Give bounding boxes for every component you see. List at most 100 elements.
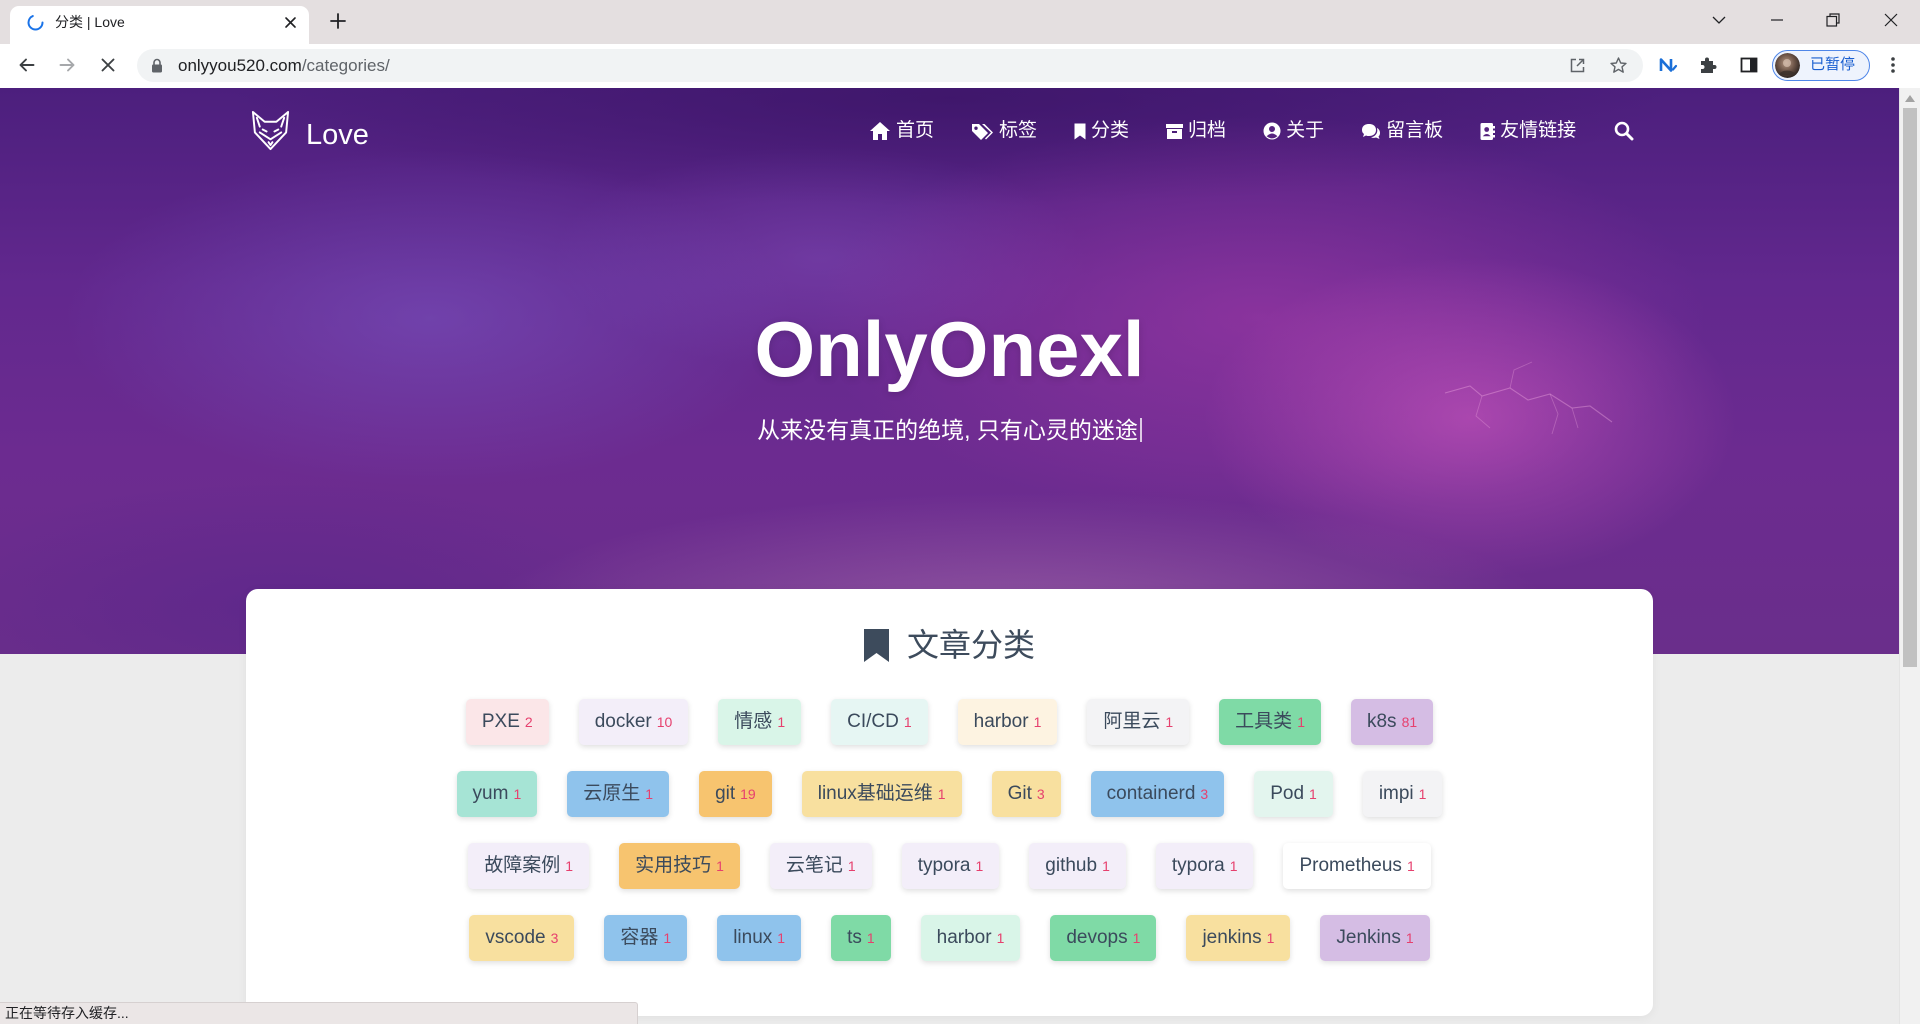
address-bar[interactable]: onlyyou520.com/categories/ [137, 49, 1643, 82]
category-tag[interactable]: Jenkins 1 [1320, 915, 1430, 961]
category-tag[interactable]: 容器 1 [604, 915, 688, 961]
category-tag-name: typora [917, 855, 971, 876]
category-tag-name: harbor [973, 711, 1029, 732]
category-tag[interactable]: linux 1 [717, 915, 802, 961]
address-book-icon [1480, 122, 1496, 140]
category-tag[interactable]: ts 1 [831, 915, 891, 961]
category-tag[interactable]: 阿里云 1 [1087, 699, 1190, 745]
site-brand[interactable]: Love [306, 118, 369, 152]
search-icon[interactable] [1614, 121, 1634, 141]
nav-item-about[interactable]: 关于 [1263, 119, 1324, 143]
star-icon[interactable] [1609, 56, 1628, 75]
category-tag[interactable]: 实用技巧 1 [619, 843, 740, 889]
avatar [1775, 52, 1800, 78]
nav-item-home[interactable]: 首页 [869, 119, 934, 143]
category-tag-name: git [715, 783, 736, 804]
page-scrollbar[interactable] [1899, 88, 1920, 1024]
category-tag-count: 1 [937, 786, 946, 802]
category-tag[interactable]: Git 3 [991, 771, 1061, 817]
category-tag-count: 1 [777, 930, 786, 946]
category-tag[interactable]: 云笔记 1 [769, 843, 872, 889]
category-tag[interactable]: 云原生 1 [567, 771, 670, 817]
nav-item-friend-links[interactable]: 友情链接 [1480, 119, 1576, 143]
category-tag-name: devops [1066, 927, 1128, 948]
category-tag[interactable]: 情感 1 [718, 699, 802, 745]
category-tag-name: 故障案例 [484, 855, 561, 876]
category-tag[interactable]: docker 10 [578, 699, 689, 745]
browser-toolbar: onlyyou520.com/categories/ 已暂停 [0, 44, 1920, 88]
category-tag[interactable]: PXE 2 [465, 699, 549, 745]
category-tag[interactable]: yum 1 [456, 771, 538, 817]
category-tag[interactable]: 故障案例 1 [468, 843, 590, 889]
category-tag-name: 工具类 [1235, 711, 1293, 732]
nav-item-archive[interactable]: 归档 [1166, 119, 1226, 143]
nav-item-categories[interactable]: 分类 [1074, 119, 1129, 143]
status-bar: 正在等待存入缓存... [0, 1002, 638, 1024]
category-tag[interactable]: 工具类 1 [1219, 699, 1321, 745]
category-tag-count: 1 [777, 714, 786, 730]
back-arrow-icon[interactable] [17, 55, 37, 75]
more-vert-icon[interactable] [1884, 55, 1902, 75]
stop-loading-icon[interactable] [98, 55, 118, 75]
restore-icon[interactable] [1821, 8, 1845, 32]
category-tag[interactable]: typora 1 [1155, 843, 1254, 889]
category-tag[interactable]: github 1 [1029, 843, 1126, 889]
plus-icon[interactable] [327, 10, 349, 32]
category-tag[interactable]: Pod 1 [1254, 771, 1333, 817]
category-tag-count: 1 [1229, 858, 1238, 874]
chevron-down-icon[interactable] [1707, 8, 1731, 32]
category-tag-count: 3 [1036, 786, 1045, 802]
close-icon[interactable] [281, 13, 300, 32]
category-tag[interactable]: linux基础运维 1 [801, 771, 962, 817]
user-circle-icon [1263, 122, 1281, 140]
fox-logo-icon[interactable] [250, 109, 291, 152]
category-tag-name: PXE [481, 711, 520, 732]
nav-item-guestbook[interactable]: 留言板 [1361, 119, 1443, 143]
category-tag[interactable]: harbor 1 [920, 915, 1021, 961]
category-tag[interactable]: containerd 3 [1090, 771, 1225, 817]
url-text[interactable]: onlyyou520.com/categories/ [178, 49, 390, 82]
share-icon[interactable] [1568, 56, 1587, 75]
home-icon [870, 122, 890, 140]
category-tag-count: 3 [550, 930, 559, 946]
puzzle-icon[interactable] [1698, 55, 1718, 75]
category-tag[interactable]: impi 1 [1362, 771, 1443, 817]
n-extension-icon[interactable] [1658, 55, 1678, 75]
category-tag-name: 情感 [734, 711, 773, 732]
lock-icon[interactable] [151, 58, 163, 73]
minimize-icon[interactable] [1765, 8, 1789, 32]
close-icon[interactable] [1879, 8, 1903, 32]
typing-cursor [1139, 418, 1142, 442]
profile-button[interactable]: 已暂停 [1772, 50, 1870, 81]
category-tag-count: 1 [1418, 786, 1427, 802]
category-tag[interactable]: typora 1 [901, 843, 1000, 889]
active-tab[interactable]: 分类 | Love [10, 6, 309, 44]
scroll-up-arrow-icon[interactable] [1905, 95, 1915, 102]
category-tag[interactable]: k8s 81 [1350, 699, 1434, 745]
category-tag-count: 1 [716, 858, 724, 874]
category-tag-name: 实用技巧 [635, 855, 712, 876]
category-tag-name: Pod [1270, 783, 1305, 804]
category-tag-name: github [1045, 855, 1098, 876]
category-tag-name: CI/CD [847, 711, 899, 732]
card-title: 文章分类 [906, 627, 1035, 663]
category-tag-count: 2 [524, 714, 533, 730]
category-tag[interactable]: devops 1 [1050, 915, 1157, 961]
comments-icon [1362, 123, 1381, 139]
category-tag-count: 19 [740, 786, 756, 802]
nav-item-tags[interactable]: 标签 [971, 119, 1037, 143]
category-tag-count: 1 [513, 786, 522, 802]
category-tag[interactable]: jenkins 1 [1186, 915, 1291, 961]
category-tag-cloud: PXE 2 docker 10 情感 1 CI/CD 1 harbor 1 阿里云 1 工具类 1 k8s 8… [246, 699, 1653, 961]
category-tag-name: harbor [936, 927, 992, 948]
forward-arrow-icon[interactable] [57, 55, 77, 75]
category-tag[interactable]: Prometheus 1 [1283, 843, 1431, 889]
side-panel-icon[interactable] [1739, 55, 1759, 75]
category-tag-count: 3 [1200, 786, 1209, 802]
category-tag[interactable]: harbor 1 [957, 699, 1058, 745]
category-tag[interactable]: CI/CD 1 [831, 699, 928, 745]
scrollbar-thumb[interactable] [1903, 108, 1917, 667]
category-tag[interactable]: git 19 [699, 771, 772, 817]
nav-item-label: 关于 [1286, 120, 1325, 141]
category-tag[interactable]: vscode 3 [469, 915, 575, 961]
